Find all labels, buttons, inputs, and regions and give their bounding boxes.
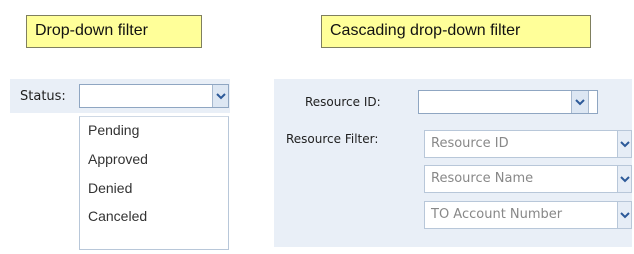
resource-name-filter-text: Resource Name xyxy=(431,171,534,186)
chevron-down-icon[interactable] xyxy=(617,131,631,157)
resource-id-label: Resource ID: xyxy=(305,95,381,109)
chevron-down-icon[interactable] xyxy=(212,85,228,107)
status-label: Status: xyxy=(20,89,66,104)
resource-id-filter[interactable]: Resource ID xyxy=(424,130,632,158)
resource-name-filter[interactable]: Resource Name xyxy=(424,165,632,193)
status-option-canceled[interactable]: Canceled xyxy=(88,208,147,224)
chevron-down-icon[interactable] xyxy=(617,166,631,192)
chevron-down-icon[interactable] xyxy=(617,202,631,228)
resource-filter-label: Resource Filter: xyxy=(286,132,379,146)
cascading-filter-callout: Cascading drop-down filter xyxy=(321,15,591,48)
cascading-filter-callout-text: Cascading drop-down filter xyxy=(330,22,521,39)
chevron-down-icon[interactable] xyxy=(571,91,589,113)
resource-id-select[interactable] xyxy=(418,90,598,114)
status-options-list: Pending Approved Denied Canceled xyxy=(79,116,229,250)
status-option-pending[interactable]: Pending xyxy=(88,122,139,138)
status-option-denied[interactable]: Denied xyxy=(88,180,132,196)
status-select[interactable] xyxy=(79,84,229,108)
dropdown-filter-callout: Drop-down filter xyxy=(26,15,202,48)
dropdown-filter-callout-text: Drop-down filter xyxy=(35,22,148,39)
to-account-number-filter[interactable]: TO Account Number xyxy=(424,201,632,229)
status-option-approved[interactable]: Approved xyxy=(88,151,148,167)
to-account-number-filter-text: TO Account Number xyxy=(431,207,563,222)
resource-id-filter-text: Resource ID xyxy=(431,136,509,151)
